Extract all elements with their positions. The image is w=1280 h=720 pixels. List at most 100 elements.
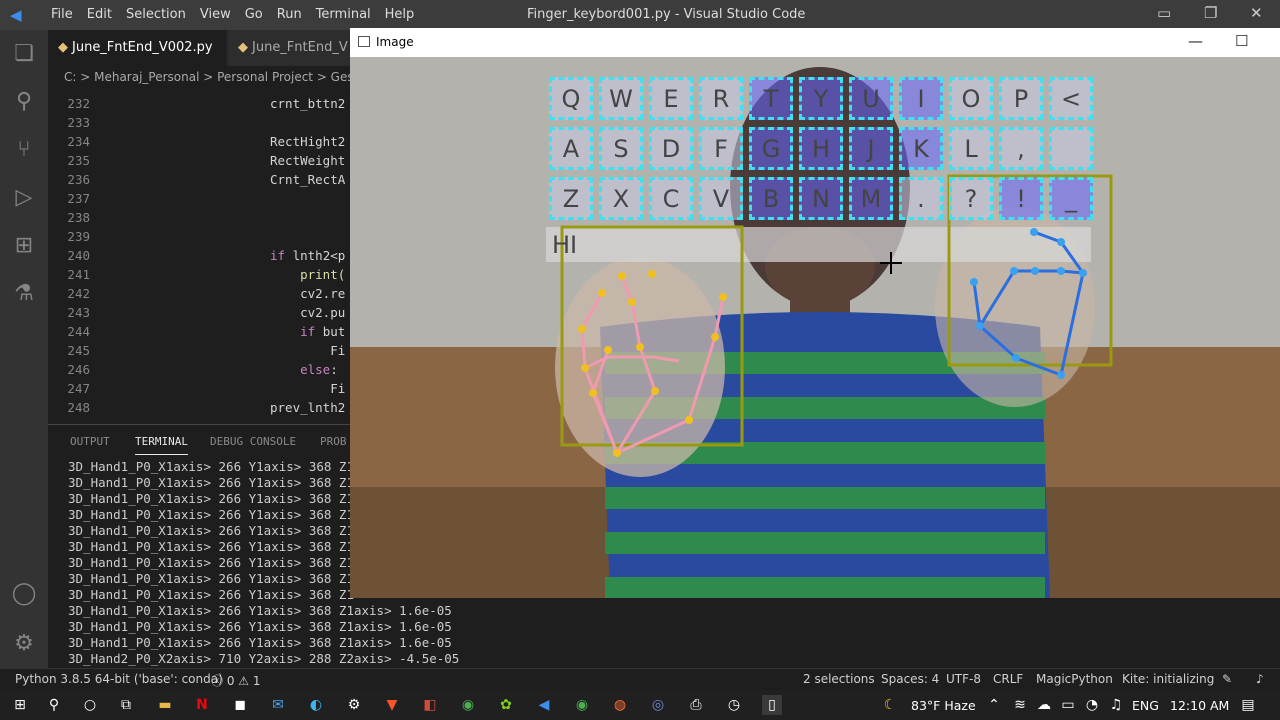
mail-icon[interactable]: ✉ <box>268 695 288 715</box>
notification-center-icon[interactable]: ▤ <box>1238 695 1258 715</box>
system-tray-chevron-icon[interactable]: ⌃ <box>984 695 1004 715</box>
explorer-icon[interactable]: ❏ <box>10 40 38 68</box>
key-<[interactable]: < <box>1049 77 1093 120</box>
menu-terminal[interactable]: Terminal <box>309 7 378 22</box>
key-R[interactable]: R <box>699 77 743 120</box>
code-line[interactable]: 244 if but <box>48 322 350 341</box>
minimize-icon[interactable]: — <box>1188 32 1203 50</box>
code-line[interactable]: 248 prev_lnth2 <box>48 398 350 417</box>
network-icon[interactable]: ◔ <box>1082 695 1102 715</box>
tab-june-fntend-v002[interactable]: ◆ June_FntEnd_V002.py <box>48 30 226 66</box>
tab-output[interactable]: OUTPUT <box>70 435 110 448</box>
restore-icon[interactable]: ❐ <box>1204 4 1217 22</box>
store-icon[interactable]: ◼ <box>230 695 250 715</box>
tab-debug-console[interactable]: DEBUG CONSOLE <box>210 435 296 448</box>
encoding[interactable]: UTF-8 <box>946 672 981 686</box>
key-N[interactable]: N <box>799 177 843 220</box>
breadcrumb[interactable]: C: > Meharaj_Personal > Personal Project… <box>48 66 350 88</box>
key-Q[interactable]: Q <box>549 77 593 120</box>
code-line[interactable]: 233 <box>48 113 350 132</box>
key-V[interactable]: V <box>699 177 743 220</box>
code-line[interactable]: 246 else: <box>48 360 350 379</box>
key-U[interactable]: U <box>849 77 893 120</box>
settings-icon[interactable]: ⚙ <box>344 695 364 715</box>
key-O[interactable]: O <box>949 77 993 120</box>
code-line[interactable]: 243 cv2.pu <box>48 303 350 322</box>
vscode-taskbar-icon[interactable]: ◀ <box>534 695 554 715</box>
key-K[interactable]: K <box>899 127 943 170</box>
python-interpreter[interactable]: Python 3.8.5 64-bit ('base': conda) <box>15 672 223 686</box>
key-,[interactable]: , <box>999 127 1043 170</box>
code-line[interactable]: 238 <box>48 208 350 227</box>
code-line[interactable]: 242 cv2.re <box>48 284 350 303</box>
menu-edit[interactable]: Edit <box>80 7 119 22</box>
problems-count[interactable]: ⓧ 0 ⚠ 1 <box>211 672 260 689</box>
key-D[interactable]: D <box>649 127 693 170</box>
image-window[interactable]: Image — ☐ Q W E R T Y U I O P < A S D F … <box>350 28 1280 598</box>
weather-text[interactable]: 83°F Haze <box>911 698 976 713</box>
key-P[interactable]: P <box>999 77 1043 120</box>
key-H[interactable]: H <box>799 127 843 170</box>
search-icon[interactable]: ⚲ <box>44 695 64 715</box>
key-W[interactable]: W <box>599 77 643 120</box>
image-window-taskbar-icon[interactable]: ▯ <box>762 695 782 715</box>
kite-status[interactable]: Kite: initializing <box>1122 672 1214 686</box>
image-window-titlebar[interactable]: Image — ☐ <box>350 28 1280 57</box>
chrome-alt-icon[interactable]: ◉ <box>572 695 592 715</box>
volume-icon[interactable]: ♫ <box>1106 695 1126 715</box>
key-J[interactable]: J <box>849 127 893 170</box>
language-indicator[interactable]: ENG <box>1132 698 1159 713</box>
wifi-icon[interactable]: ≋ <box>1010 695 1030 715</box>
layout-icon[interactable]: ▭ <box>1157 4 1171 22</box>
extensions-icon[interactable]: ⊞ <box>10 232 38 260</box>
code-line[interactable]: 235 RectWeight <box>48 151 350 170</box>
edge-icon[interactable]: ◐ <box>306 695 326 715</box>
clock-app-icon[interactable]: ◷ <box>724 695 744 715</box>
settings-gear-icon[interactable]: ⚙ <box>10 630 38 658</box>
code-line[interactable]: 236 Crnt_RectA <box>48 170 350 189</box>
code-line[interactable]: 239 <box>48 227 350 246</box>
cortana-icon[interactable]: ○ <box>80 695 100 715</box>
code-line[interactable]: 247 Fi <box>48 379 350 398</box>
key-T[interactable]: T <box>749 77 793 120</box>
key-_[interactable]: _ <box>1049 177 1093 220</box>
key-Z[interactable]: Z <box>549 177 593 220</box>
close-icon[interactable]: ✕ <box>1250 4 1263 22</box>
key-C[interactable]: C <box>649 177 693 220</box>
code-line[interactable]: 240 if lnth2<p <box>48 246 350 265</box>
end-of-line[interactable]: CRLF <box>993 672 1023 686</box>
run-debug-icon[interactable]: ▷ <box>10 184 38 212</box>
key-M[interactable]: M <box>849 177 893 220</box>
language-mode[interactable]: MagicPython <box>1036 672 1113 686</box>
code-line[interactable]: 237 <box>48 189 350 208</box>
code-editor[interactable]: 232 crnt_bttn2 233 234 RectHight2 235 RectWeig… <box>48 88 350 424</box>
code-line[interactable]: 234 RectHight2 <box>48 132 350 151</box>
code-line[interactable]: 232 crnt_bttn2 <box>48 94 350 113</box>
key-E[interactable]: E <box>649 77 693 120</box>
notifications-bell-icon[interactable]: ♪ <box>1256 672 1264 686</box>
key-blank[interactable] <box>1049 127 1093 170</box>
tab-terminal[interactable]: TERMINAL <box>135 435 188 455</box>
key-G[interactable]: G <box>749 127 793 170</box>
menu-go[interactable]: Go <box>238 7 270 22</box>
menu-run[interactable]: Run <box>270 7 309 22</box>
key-F[interactable]: F <box>699 127 743 170</box>
selection-count[interactable]: 2 selections <box>803 672 875 686</box>
key-.[interactable]: . <box>899 177 943 220</box>
printer-icon[interactable]: ⎙ <box>686 695 706 715</box>
netflix-icon[interactable]: N <box>192 695 212 715</box>
source-control-icon[interactable]: ⑂ <box>10 136 38 164</box>
tab-problems[interactable]: PROB <box>320 435 347 448</box>
code-line[interactable]: 241 print( <box>48 265 350 284</box>
chrome-icon[interactable]: ◉ <box>458 695 478 715</box>
key-S[interactable]: S <box>599 127 643 170</box>
cloud-icon[interactable]: ☁ <box>1034 695 1054 715</box>
windows-start-icon[interactable]: ⊞ <box>10 695 30 715</box>
menu-selection[interactable]: Selection <box>119 7 193 22</box>
menu-help[interactable]: Help <box>378 7 422 22</box>
indentation[interactable]: Spaces: 4 <box>881 672 939 686</box>
powerpoint-icon[interactable]: ◧ <box>420 695 440 715</box>
discord-icon[interactable]: ◎ <box>648 695 668 715</box>
clock[interactable]: 12:10 AM <box>1170 698 1229 713</box>
firefox-icon[interactable]: ◍ <box>610 695 630 715</box>
